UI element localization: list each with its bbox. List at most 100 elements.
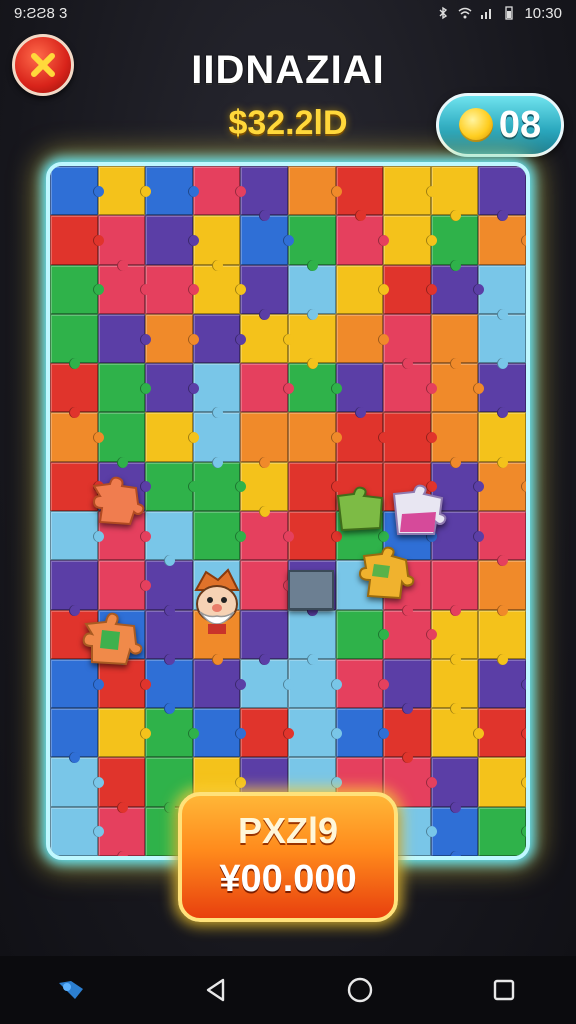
puzzle-tile (335, 412, 389, 462)
mascot-character (194, 568, 240, 634)
puzzle-tile (430, 264, 484, 314)
puzzle-tile (192, 461, 246, 511)
puzzle-tile (383, 264, 437, 314)
puzzle-tile (287, 412, 342, 462)
puzzle-tile (383, 708, 431, 764)
puzzle-tile (383, 658, 431, 715)
puzzle-tile (478, 363, 526, 419)
puzzle-tile (145, 510, 193, 567)
prize-button[interactable]: PXZl9 ¥00.000 (178, 792, 398, 922)
loose-piece-pink[interactable] (386, 484, 450, 542)
puzzle-tile (50, 412, 104, 462)
puzzle-tile (287, 363, 342, 413)
assistant-button[interactable] (52, 970, 92, 1010)
puzzle-tile (145, 215, 199, 265)
puzzle-tile (478, 806, 526, 856)
loose-piece-lime[interactable] (332, 482, 390, 538)
puzzle-tile (478, 708, 526, 758)
prize-label: PXZl9 (237, 810, 339, 851)
puzzle-tile (97, 166, 151, 216)
back-button[interactable] (196, 970, 236, 1010)
puzzle-tile (145, 708, 199, 758)
puzzle-tile (192, 264, 246, 314)
coin-count: 08 (498, 103, 542, 146)
puzzle-tile (430, 363, 484, 413)
puzzle-tile (478, 609, 526, 666)
puzzle-tile (240, 264, 288, 321)
puzzle-tile (240, 658, 294, 709)
loose-piece-green[interactable] (80, 610, 144, 668)
puzzle-tile (97, 264, 151, 314)
gold-coin-icon (458, 108, 493, 142)
puzzle-tile (145, 264, 199, 314)
status-left-text: 9:ƧƧ8 3 (14, 4, 68, 22)
puzzle-tile (145, 658, 193, 715)
puzzle-tile (240, 510, 294, 561)
puzzle-tile (335, 609, 389, 659)
puzzle-tile (97, 708, 151, 758)
puzzle-tile (192, 510, 246, 561)
loose-piece-yellow[interactable] (354, 544, 416, 604)
puzzle-tile (383, 166, 437, 216)
puzzle-tile (50, 708, 98, 764)
puzzle-tile (192, 412, 241, 469)
puzzle-tile (145, 412, 199, 462)
puzzle-tile (50, 363, 98, 419)
puzzle-tile (287, 658, 342, 709)
puzzle-tile (430, 313, 479, 370)
puzzle-tile (335, 708, 389, 758)
home-button[interactable] (340, 970, 380, 1010)
puzzle-tile (287, 708, 342, 758)
coin-counter-button[interactable]: 08 (436, 93, 564, 157)
puzzle-tile (192, 658, 246, 709)
puzzle-tile (287, 461, 342, 511)
game-title: IIDNAZIAI (191, 48, 385, 92)
puzzle-tile (335, 658, 389, 709)
puzzle-tile (478, 412, 526, 469)
puzzle-tile (50, 264, 104, 314)
puzzle-tile (430, 412, 479, 469)
recents-button[interactable] (484, 970, 524, 1010)
puzzle-tile (430, 658, 479, 715)
puzzle-tile (97, 363, 151, 413)
puzzle-tile (50, 757, 104, 807)
puzzle-tile (430, 757, 479, 814)
loose-piece-orange[interactable] (86, 474, 146, 530)
bluetooth-icon (439, 6, 448, 20)
empty-slot[interactable] (288, 570, 334, 610)
puzzle-tile (192, 708, 246, 758)
puzzle-tile (430, 708, 484, 758)
puzzle-tile (335, 363, 384, 419)
puzzle-tile (383, 215, 437, 265)
puzzle-tile (478, 658, 526, 709)
puzzle-tile (240, 461, 288, 518)
prize-value: ¥00.000 (219, 858, 357, 900)
puzzle-tile (478, 461, 526, 511)
puzzle-tile (478, 313, 526, 370)
puzzle-tile (430, 166, 479, 222)
status-bar: 9:ƧƧ8 3 10:30 (0, 0, 576, 26)
puzzle-tile (192, 363, 241, 419)
puzzle-tile (335, 313, 389, 364)
puzzle-tile (240, 215, 294, 265)
puzzle-tile (240, 313, 294, 364)
puzzle-tile (478, 560, 526, 616)
puzzle-tile (478, 757, 526, 807)
puzzle-tile (287, 510, 342, 561)
puzzle-tile (50, 560, 98, 616)
puzzle-tile (335, 166, 384, 222)
puzzle-tile (145, 313, 199, 364)
puzzle-tile (192, 166, 246, 216)
puzzle-tile (145, 166, 199, 216)
puzzle-tile (478, 264, 526, 321)
puzzle-tile (335, 264, 389, 314)
puzzle-tile (97, 215, 146, 271)
back-triangle-icon (206, 978, 225, 1002)
signal-icon (481, 9, 492, 19)
puzzle-tile (383, 313, 431, 370)
puzzle-tile (97, 806, 146, 856)
recents-square-icon (493, 979, 515, 1001)
puzzle-tile (50, 313, 98, 370)
status-time: 10:30 (524, 4, 562, 22)
puzzle-tile (240, 166, 288, 222)
